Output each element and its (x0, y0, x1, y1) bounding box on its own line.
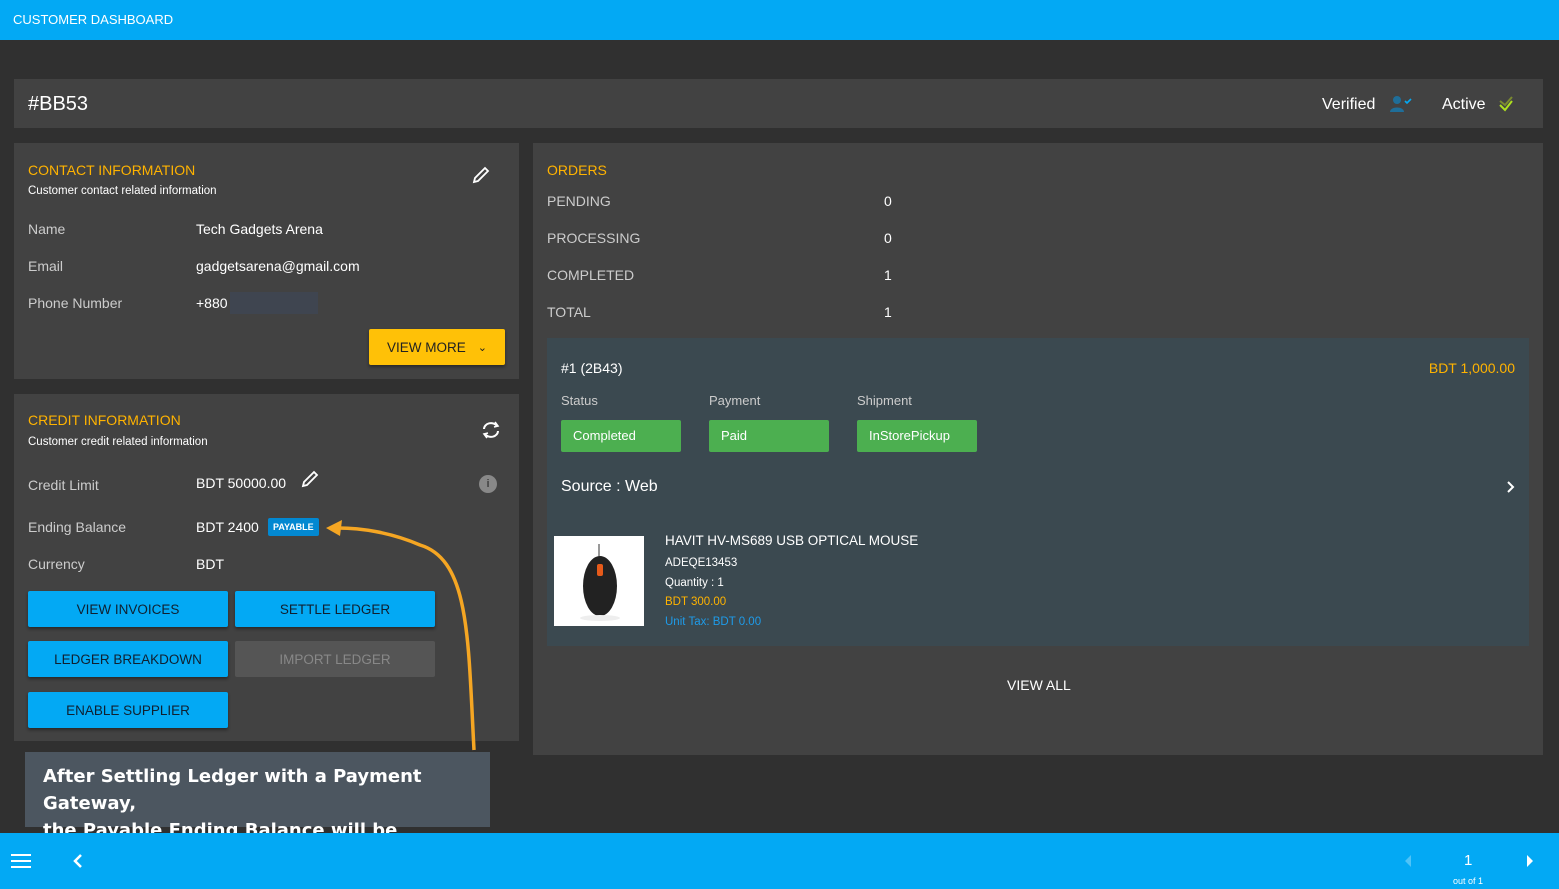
annotation-callout: After Settling Ledger with a Payment Gat… (25, 752, 490, 868)
page-total: out of 1 (1453, 876, 1484, 886)
next-page-icon[interactable] (1527, 855, 1535, 867)
page-number: 1 (1464, 852, 1473, 869)
prev-page-icon (1405, 855, 1411, 867)
bottom-bar: 1 out of 1 (0, 833, 1559, 889)
menu-icon[interactable] (11, 853, 31, 869)
back-icon[interactable] (72, 853, 84, 869)
annotation-line-1: After Settling Ledger with a Payment Gat… (43, 766, 422, 814)
